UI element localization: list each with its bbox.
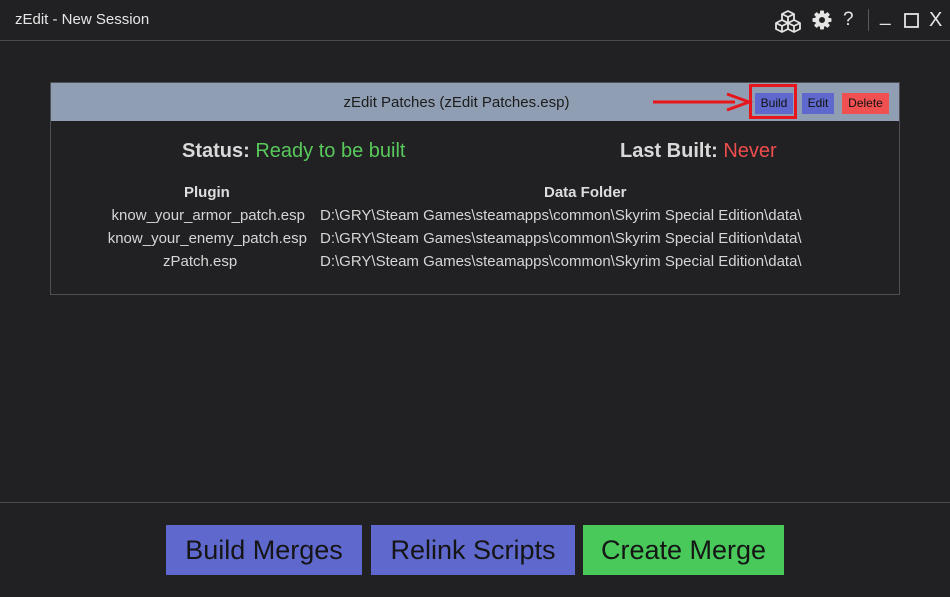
relink-scripts-button[interactable]: Relink Scripts	[371, 525, 575, 575]
close-icon[interactable]: X	[929, 8, 942, 32]
cubes-icon[interactable]	[774, 9, 802, 33]
status-value: Ready to be built	[255, 140, 406, 162]
plugin-folder: D:\GRY\Steam Games\steamapps\common\Skyr…	[320, 230, 802, 247]
build-patch-button[interactable]: Build	[755, 93, 793, 114]
build-merges-button[interactable]: Build Merges	[166, 525, 362, 575]
plugin-folder: D:\GRY\Steam Games\steamapps\common\Skyr…	[320, 253, 802, 270]
last-built-value: Never	[723, 140, 777, 162]
minimize-icon[interactable]: _	[880, 4, 891, 28]
gear-icon[interactable]	[812, 10, 832, 30]
data-folder-column-header: Data Folder	[544, 184, 627, 201]
status-label: Status:	[182, 140, 250, 162]
last-built-label: Last Built:	[620, 140, 718, 162]
patch-panel-header: zEdit Patches (zEdit Patches.esp) Build …	[51, 83, 899, 121]
titlebar-separator	[868, 9, 869, 31]
plugin-name: know_your_enemy_patch.esp	[107, 230, 307, 247]
plugin-name: zPatch.esp	[163, 253, 238, 270]
window-title: zEdit - New Session	[15, 11, 150, 28]
create-merge-button[interactable]: Create Merge	[583, 525, 784, 575]
plugin-column-header: Plugin	[184, 184, 230, 201]
maximize-icon[interactable]	[904, 13, 919, 28]
patch-title: zEdit Patches (zEdit Patches.esp)	[343, 94, 570, 111]
plugin-name: know_your_armor_patch.esp	[111, 207, 305, 224]
help-icon[interactable]: ?	[843, 8, 854, 32]
footer-divider	[0, 502, 950, 503]
delete-patch-button[interactable]: Delete	[842, 93, 889, 114]
status-line: Status: Ready to be built	[182, 140, 405, 163]
title-bar: zEdit - New Session ? _ X	[0, 0, 950, 41]
edit-patch-button[interactable]: Edit	[802, 93, 834, 114]
plugin-folder: D:\GRY\Steam Games\steamapps\common\Skyr…	[320, 207, 802, 224]
last-built-line: Last Built: Never	[620, 140, 777, 163]
